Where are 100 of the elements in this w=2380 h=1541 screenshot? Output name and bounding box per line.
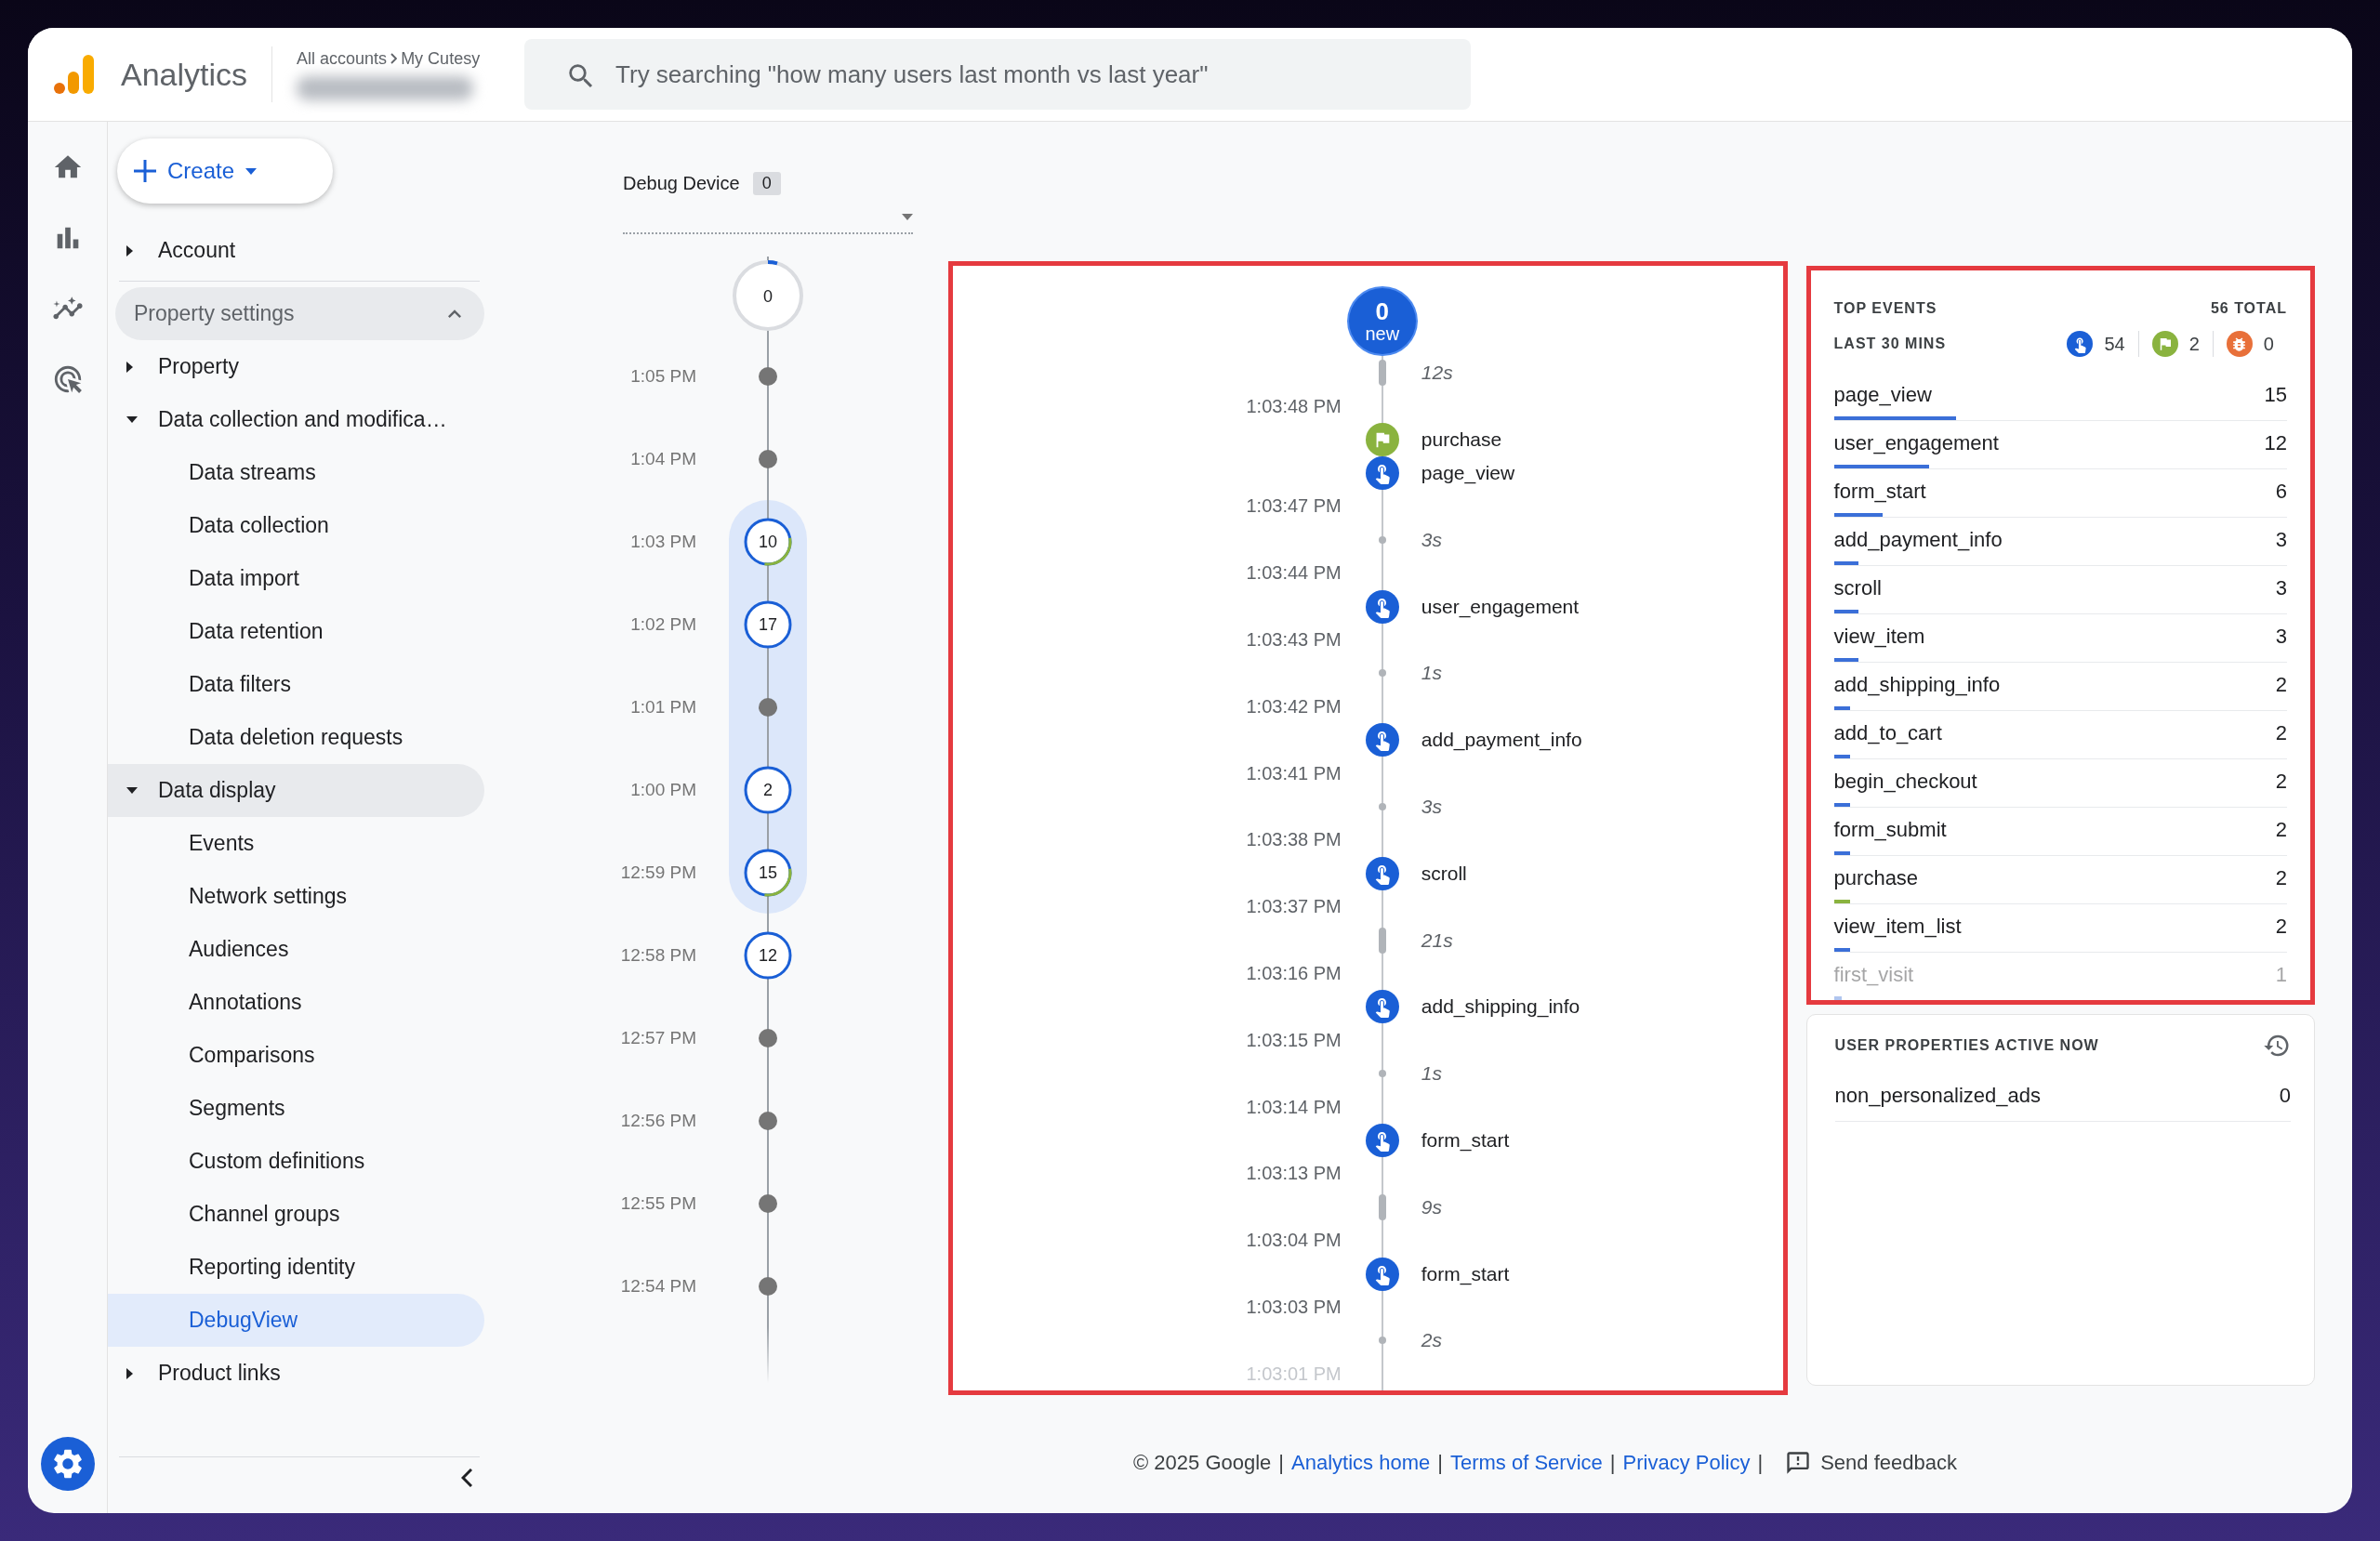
event-timestamp: 1:03:15 PM	[1245, 1029, 1342, 1051]
nav-item[interactable]: Data streams	[108, 446, 484, 499]
nav-group-item[interactable]: Data display	[108, 764, 484, 817]
caret-right-icon	[126, 244, 133, 257]
gap-duration: 3s	[1421, 796, 1443, 818]
feedback-button[interactable]: Send feedback	[1779, 1448, 1963, 1477]
gap-duration: 1s	[1421, 1062, 1443, 1086]
event-timestamp: 1:03:47 PM	[1245, 495, 1342, 518]
current-minute-marker[interactable]: 0	[731, 258, 805, 333]
touch-icon[interactable]	[1365, 1257, 1399, 1291]
minute-dot[interactable]	[759, 1276, 777, 1296]
nav-item[interactable]: Audiences	[108, 923, 484, 976]
event-name[interactable]: add_shipping_info	[1421, 995, 1783, 1019]
summary-count: 54	[2104, 333, 2125, 355]
nav-item[interactable]: Custom definitions	[108, 1135, 484, 1188]
event-name[interactable]: add_payment_info	[1421, 729, 1783, 752]
nav-item[interactable]: Data import	[108, 552, 484, 605]
minute-dot[interactable]	[759, 1193, 777, 1213]
card-title: USER PROPERTIES ACTIVE NOW	[1834, 1037, 2099, 1054]
breadcrumb-link[interactable]: All accounts	[297, 48, 388, 69]
event-name[interactable]: scroll	[1833, 575, 2276, 600]
minute-dot[interactable]	[759, 697, 777, 717]
event-name[interactable]: view_item	[1833, 624, 2276, 649]
event-count: 2	[2275, 817, 2287, 842]
event-name[interactable]: form_start	[1421, 1262, 1783, 1285]
event-timestamp: 1:03:38 PM	[1245, 829, 1342, 851]
minute-label: 1:01 PM	[629, 696, 696, 718]
nav-item[interactable]: Comparisons	[108, 1029, 484, 1082]
chevron-right-icon	[390, 53, 398, 64]
event-name[interactable]: form_start	[1833, 479, 2276, 504]
separator: |	[1437, 1450, 1443, 1475]
footer-link[interactable]: Terms of Service	[1450, 1450, 1603, 1475]
event-name[interactable]: add_payment_info	[1833, 527, 2276, 552]
touch-icon[interactable]	[1365, 1123, 1399, 1157]
event-name[interactable]: form_start	[1421, 1128, 1783, 1152]
breadcrumb-link[interactable]: My Cutesy	[401, 48, 481, 69]
event-timestamp: 1:03:01 PM	[1245, 1363, 1342, 1385]
nav-group-item[interactable]: Product links	[108, 1347, 484, 1400]
plus-icon	[134, 160, 156, 182]
feedback-icon	[1785, 1449, 1812, 1476]
nav-item[interactable]: Network settings	[108, 870, 484, 923]
gap-duration: 3s	[1421, 528, 1443, 551]
event-count: 1	[2275, 962, 2287, 987]
nav-item[interactable]: Channel groups	[108, 1188, 484, 1241]
event-count: 2	[2275, 720, 2287, 745]
nav-item[interactable]: Data filters	[108, 658, 484, 711]
nav-group-item[interactable]: Account	[108, 224, 484, 277]
device-count: 0	[752, 172, 781, 195]
settings-button[interactable]	[40, 1437, 95, 1491]
event-count: 3	[2275, 575, 2287, 600]
nav-item[interactable]: Data retention	[108, 605, 484, 658]
minute-label: 12:57 PM	[619, 1027, 696, 1048]
nav-item[interactable]: DebugView	[108, 1294, 484, 1347]
property-value: 0	[2279, 1084, 2291, 1108]
event-name[interactable]: view_item_list	[1833, 914, 2276, 939]
nav-item[interactable]: Data deletion requests	[108, 711, 484, 764]
caret-down-icon	[902, 213, 913, 220]
event-name[interactable]: form_submit	[1833, 817, 2276, 842]
event-name[interactable]: add_to_cart	[1833, 720, 2276, 745]
nav-item[interactable]: Reporting identity	[108, 1241, 484, 1294]
minute-dot[interactable]	[759, 449, 777, 468]
minute-dot[interactable]	[759, 1111, 777, 1130]
touch-icon[interactable]	[1365, 589, 1399, 624]
touch-icon[interactable]	[1365, 456, 1399, 491]
separator: |	[1609, 1450, 1616, 1475]
minute-label: 12:56 PM	[619, 1110, 696, 1131]
event-name[interactable]: page_view	[1833, 382, 2265, 407]
nav-group-item[interactable]: Property	[108, 340, 484, 393]
nav-item[interactable]: Segments	[108, 1082, 484, 1135]
event-count: 2	[2275, 914, 2287, 939]
nav-item[interactable]: Data collection	[108, 499, 484, 552]
event-name[interactable]: begin_checkout	[1833, 769, 2276, 794]
gap-duration: 9s	[1421, 1195, 1443, 1218]
footer-link[interactable]: Privacy Policy	[1622, 1450, 1751, 1475]
event-timestamp: 1:03:04 PM	[1245, 1230, 1342, 1252]
minute-dot[interactable]	[759, 366, 777, 386]
new-events-bubble[interactable]: 0 new	[1346, 286, 1418, 357]
touch-icon[interactable]	[1365, 723, 1399, 757]
event-name[interactable]: purchase	[1833, 865, 2276, 890]
minute-dot[interactable]	[759, 1028, 777, 1047]
event-name[interactable]: user_engagement	[1421, 595, 1783, 618]
footer-link[interactable]: Analytics home	[1291, 1450, 1431, 1475]
nav-item[interactable]: Annotations	[108, 976, 484, 1029]
touch-icon[interactable]	[1365, 990, 1399, 1024]
event-name[interactable]: purchase	[1421, 428, 1783, 452]
create-button[interactable]: Create	[117, 138, 333, 204]
event-name[interactable]: user_engagement	[1833, 430, 2265, 455]
event-count: 2	[2275, 865, 2287, 890]
nav-item[interactable]: Events	[108, 817, 484, 870]
nav-group-item[interactable]: Data collection and modifica…	[108, 393, 484, 446]
event-name[interactable]: page_view	[1421, 462, 1783, 485]
event-name[interactable]: scroll	[1421, 862, 1783, 885]
event-name[interactable]: add_shipping_info	[1833, 672, 2276, 697]
search-field[interactable]: Try searching "how many users last month vs last year"	[524, 39, 1472, 110]
flag-icon	[2151, 331, 2178, 357]
total-count: 56 TOTAL	[2210, 300, 2287, 317]
touch-icon[interactable]	[1365, 856, 1399, 890]
section-header[interactable]: Property settings	[115, 287, 484, 340]
gap-duration: 1s	[1421, 662, 1443, 685]
caret-right-icon	[126, 361, 133, 373]
